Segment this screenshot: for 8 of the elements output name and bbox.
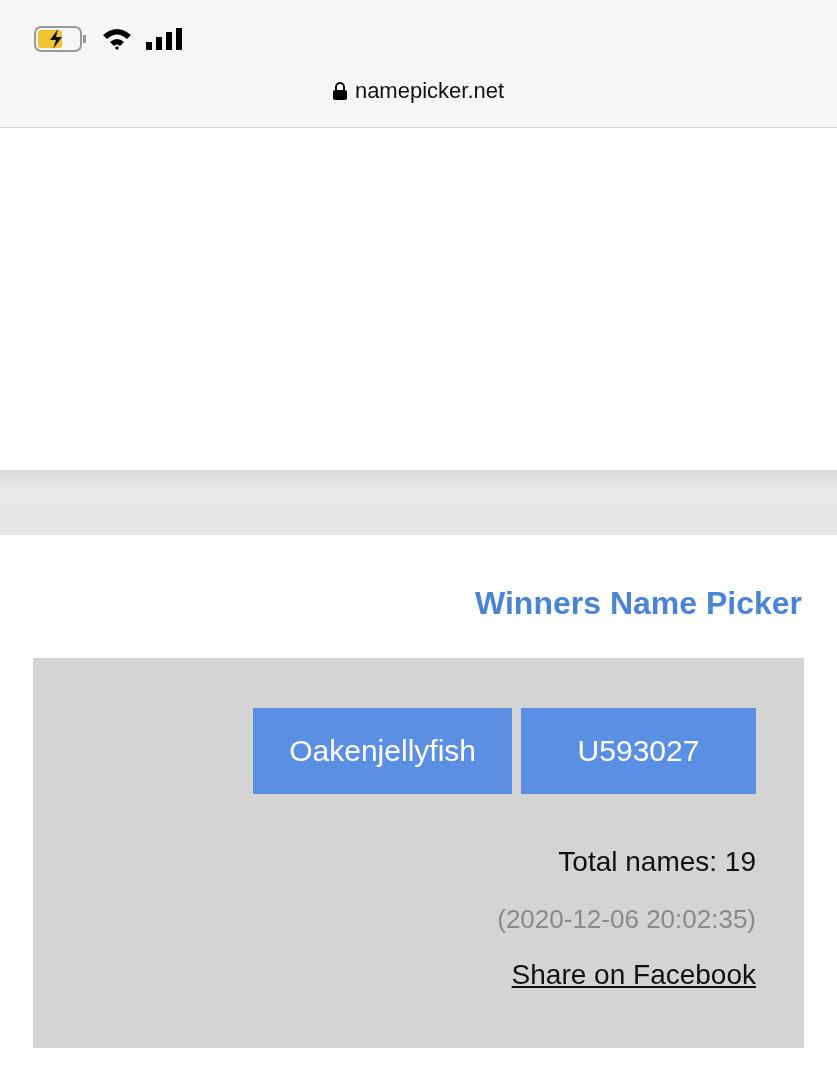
share-link[interactable]: Share on Facebook (511, 959, 756, 991)
url-text[interactable]: namepicker.net (354, 78, 505, 104)
page-title: Winners Name Picker (474, 585, 802, 622)
lock-icon (332, 82, 347, 100)
wifi-icon (102, 27, 132, 51)
timestamp-text: (2020-12-06 20:02:35) (496, 904, 756, 935)
battery-icon (34, 26, 88, 52)
total-names-text: Total names: 19 (557, 846, 756, 878)
